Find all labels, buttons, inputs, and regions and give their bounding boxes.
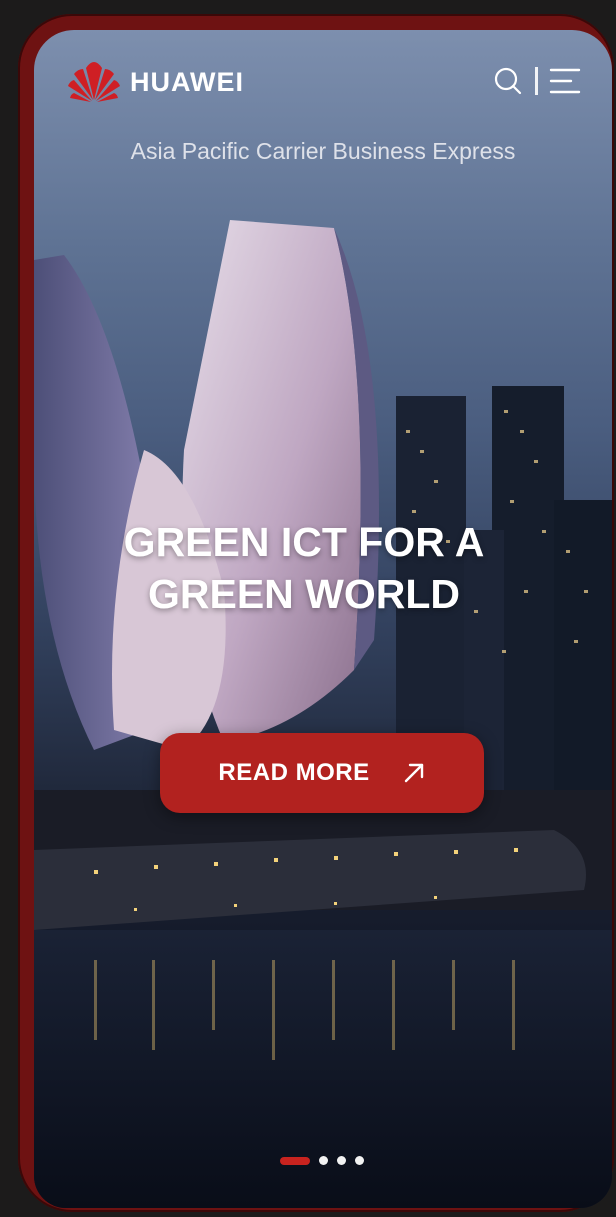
menu-button[interactable] [548, 64, 582, 98]
carousel-dot-4[interactable] [355, 1156, 364, 1165]
hamburger-menu-icon [549, 68, 581, 94]
arrow-up-right-icon [404, 763, 423, 783]
carousel-dot-3[interactable] [337, 1156, 346, 1165]
header-actions [491, 64, 582, 98]
carousel-dot-2[interactable] [319, 1156, 328, 1165]
carousel-pagination [280, 1156, 364, 1165]
hero-screen: HUAWEI Asia Pacific Carrier Business Exp… [34, 30, 612, 1208]
hero-headline-line-1: GREEN ICT FOR A [123, 519, 485, 565]
huawei-petal-logo-icon [68, 62, 120, 102]
header-divider [535, 67, 538, 95]
brand-name: HUAWEI [130, 66, 244, 97]
search-button[interactable] [491, 64, 525, 98]
hero-headline-line-2: GREEN WORLD [147, 571, 461, 617]
carousel-dot-1[interactable] [280, 1156, 310, 1165]
hero-subtitle: Asia Pacific Carrier Business Express [130, 138, 516, 164]
read-more-label: READ MORE [218, 759, 370, 786]
search-icon [494, 67, 522, 95]
huawei-logo[interactable]: HUAWEI [66, 60, 244, 104]
read-more-button[interactable]: READ MORE [160, 733, 484, 813]
hero-headline: GREEN ICT FOR A GREEN WORLD [34, 516, 574, 620]
